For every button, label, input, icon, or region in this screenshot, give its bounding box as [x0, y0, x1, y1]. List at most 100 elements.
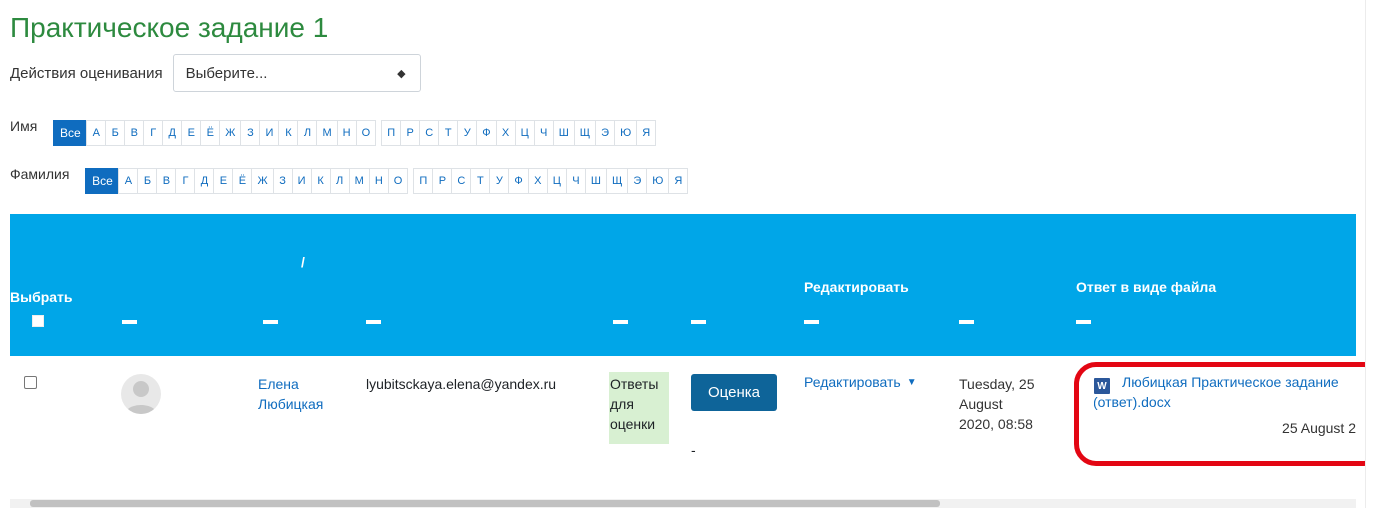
- last-modified-line: Tuesday, 25: [959, 376, 1035, 392]
- sort-dash-icon[interactable]: [1076, 320, 1091, 324]
- first-name-initial[interactable]: Ж: [219, 120, 242, 146]
- first-name-initial[interactable]: Ф: [476, 120, 497, 146]
- horizontal-scrollbar[interactable]: [10, 499, 1356, 508]
- first-name-initial[interactable]: Л: [297, 120, 318, 146]
- first-name-initial[interactable]: Ч: [533, 120, 554, 146]
- grade-value: -: [691, 442, 696, 458]
- first-name-initial[interactable]: Б: [105, 120, 126, 146]
- first-name-initial[interactable]: Ц: [514, 120, 535, 146]
- last-name-initial[interactable]: Ч: [565, 168, 586, 194]
- last-name-initial[interactable]: Б: [137, 168, 158, 194]
- first-name-letter-group-1: Все А Б В Г Д Е Ё Ж З И К Л М Н О: [53, 120, 377, 146]
- first-name-initial[interactable]: Я: [636, 120, 657, 146]
- first-name-initial[interactable]: М: [316, 120, 338, 146]
- last-name-initial-all[interactable]: Все: [85, 168, 120, 194]
- last-name-initial[interactable]: Р: [432, 168, 453, 194]
- edit-menu-label: Редактировать: [804, 374, 901, 390]
- first-name-initial[interactable]: Г: [143, 120, 164, 146]
- last-name-initial[interactable]: Ю: [646, 168, 670, 194]
- last-name-initials-label: Фамилия: [10, 166, 70, 182]
- last-name-initial[interactable]: Щ: [605, 168, 629, 194]
- first-name-initial[interactable]: Н: [336, 120, 357, 146]
- last-name-initial[interactable]: Д: [194, 168, 215, 194]
- last-name-initial[interactable]: З: [272, 168, 293, 194]
- first-name-initial[interactable]: С: [419, 120, 440, 146]
- grading-actions-label: Действия оценивания: [10, 64, 163, 82]
- last-name-initial[interactable]: Ё: [232, 168, 253, 194]
- first-name-initial-all[interactable]: Все: [53, 120, 88, 146]
- last-name-initial[interactable]: У: [489, 168, 510, 194]
- first-name-initial[interactable]: Т: [438, 120, 459, 146]
- last-name-initial[interactable]: Г: [175, 168, 196, 194]
- last-name-initial[interactable]: Л: [329, 168, 350, 194]
- user-name-link[interactable]: Елена Любицкая: [258, 374, 323, 414]
- last-name-initial[interactable]: Ш: [584, 168, 607, 194]
- highlight-annotation: [1074, 362, 1386, 466]
- first-name-initial[interactable]: К: [278, 120, 299, 146]
- last-name-initial[interactable]: В: [156, 168, 177, 194]
- sort-dash-icon[interactable]: [804, 320, 819, 324]
- last-modified-line: August: [959, 396, 1003, 412]
- header-slash: /: [301, 254, 305, 270]
- last-name-initial[interactable]: Ф: [508, 168, 529, 194]
- first-name-initial[interactable]: И: [259, 120, 280, 146]
- last-name-initial[interactable]: И: [291, 168, 312, 194]
- last-name-initial[interactable]: Ж: [251, 168, 274, 194]
- last-name-initial[interactable]: Н: [368, 168, 389, 194]
- last-name-initials-bar: Фамилия Все А Б В Г Д Е Ё Ж З И К Л М Н …: [10, 166, 689, 194]
- first-name-initial[interactable]: В: [124, 120, 145, 146]
- sort-dash-icon[interactable]: [263, 320, 278, 324]
- vertical-scrollbar[interactable]: [1365, 0, 1387, 508]
- first-name-initial[interactable]: О: [355, 120, 377, 146]
- last-name-initial[interactable]: А: [118, 168, 139, 194]
- first-name-initial[interactable]: Х: [495, 120, 516, 146]
- user-silhouette-icon: [125, 381, 157, 414]
- last-name-initial[interactable]: Ц: [546, 168, 567, 194]
- first-name-initial[interactable]: Ё: [200, 120, 221, 146]
- sort-dash-icon[interactable]: [691, 320, 706, 324]
- last-name-initial[interactable]: К: [310, 168, 331, 194]
- user-last-name: Любицкая: [258, 396, 324, 412]
- first-name-initial[interactable]: З: [240, 120, 261, 146]
- last-name-initial[interactable]: С: [451, 168, 472, 194]
- edit-menu-toggle[interactable]: Редактировать ▼: [804, 374, 917, 390]
- submissions-table-header: Выбрать / Редактировать Ответ в виде фай…: [10, 214, 1356, 356]
- scrollbar-thumb[interactable]: [30, 500, 940, 507]
- first-name-initial[interactable]: А: [86, 120, 107, 146]
- last-name-initial[interactable]: Э: [627, 168, 648, 194]
- last-name-initial[interactable]: Е: [213, 168, 234, 194]
- last-name-initial[interactable]: Х: [527, 168, 548, 194]
- last-name-initial[interactable]: Я: [668, 168, 689, 194]
- sort-dash-icon[interactable]: [122, 320, 137, 324]
- sort-dash-icon[interactable]: [613, 320, 628, 324]
- first-name-initial[interactable]: П: [381, 120, 402, 146]
- grade-button[interactable]: Оценка: [691, 374, 777, 411]
- grading-actions-select[interactable]: Выберите... ◆: [172, 54, 421, 92]
- first-name-initial[interactable]: Э: [595, 120, 616, 146]
- first-name-initial[interactable]: Р: [400, 120, 421, 146]
- avatar[interactable]: [121, 374, 161, 414]
- grading-actions-row: Действия оценивания Выберите... ◆: [10, 54, 421, 92]
- first-name-initial[interactable]: У: [457, 120, 478, 146]
- first-name-initial[interactable]: Е: [181, 120, 202, 146]
- status-badge: Ответы для оценки: [609, 372, 669, 444]
- last-name-letter-group-2: П Р С Т У Ф Х Ц Ч Ш Щ Э Ю Я: [413, 168, 689, 194]
- header-edit: Редактировать: [804, 279, 909, 295]
- last-name-initial[interactable]: Т: [470, 168, 491, 194]
- row-select-checkbox[interactable]: [24, 376, 37, 389]
- first-name-initial[interactable]: Ш: [552, 120, 575, 146]
- sort-dash-icon[interactable]: [959, 320, 974, 324]
- select-arrows-icon: ◆: [397, 67, 406, 80]
- user-email: lyubitsckaya.elena@yandex.ru: [366, 376, 557, 392]
- last-name-initial[interactable]: П: [413, 168, 434, 194]
- last-name-initial[interactable]: О: [387, 168, 409, 194]
- page-title: Практическое задание 1: [10, 12, 329, 43]
- user-first-name: Елена: [258, 376, 299, 392]
- last-name-initial[interactable]: М: [348, 168, 370, 194]
- select-all-checkbox[interactable]: [32, 315, 44, 327]
- first-name-initials-label: Имя: [10, 118, 38, 134]
- first-name-initial[interactable]: Ю: [614, 120, 638, 146]
- sort-dash-icon[interactable]: [366, 320, 381, 324]
- first-name-initial[interactable]: Д: [162, 120, 183, 146]
- first-name-initial[interactable]: Щ: [573, 120, 597, 146]
